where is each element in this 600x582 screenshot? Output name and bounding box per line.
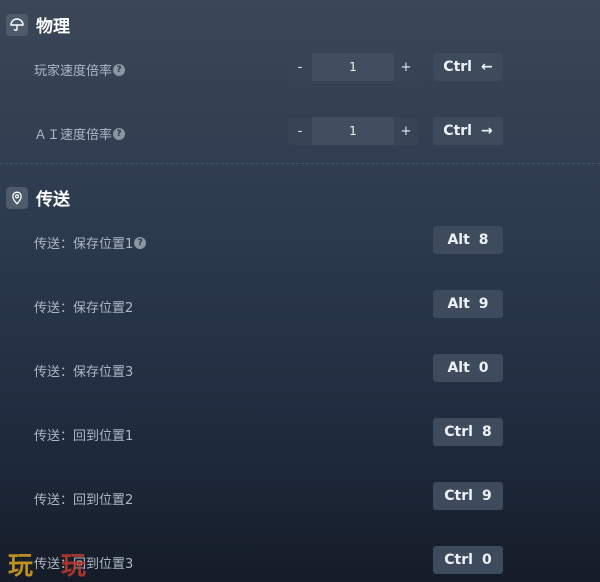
- watermark-right-glyph: 玩: [61, 551, 87, 580]
- save-position-1-label: 传送：保存位置1?: [34, 233, 147, 252]
- save-position-2-hotkey-button[interactable]: Alt 9: [433, 290, 503, 318]
- section-divider: [0, 163, 600, 164]
- player-speed-hotkey-button[interactable]: Ctrl ←: [433, 53, 503, 81]
- physics-section-header: 物理: [6, 12, 70, 37]
- decrease-button[interactable]: -: [288, 117, 312, 145]
- watermark-logo: 玩 玩: [8, 546, 86, 582]
- save-position-3-label: 传送：保存位置3: [34, 365, 134, 380]
- help-icon[interactable]: ?: [113, 63, 126, 76]
- help-icon[interactable]: ?: [113, 127, 126, 140]
- location-pin-icon: [6, 186, 28, 209]
- physics-section-title: 物理: [36, 17, 70, 37]
- ai-speed-value[interactable]: 1: [312, 117, 394, 145]
- teleport-section-title: 传送: [36, 190, 70, 210]
- return-position-2-hotkey-button[interactable]: Ctrl 9: [433, 482, 503, 510]
- save-position-2-label: 传送：保存位置2: [34, 301, 134, 316]
- umbrella-icon: [6, 13, 28, 36]
- player-speed-stepper: - 1 +: [288, 53, 418, 81]
- return-position-3-hotkey-button[interactable]: Ctrl 0: [433, 546, 503, 574]
- teleport-section-header: 传送: [6, 185, 70, 210]
- watermark-left-glyph: 玩: [8, 551, 34, 580]
- decrease-button[interactable]: -: [288, 53, 312, 81]
- ai-speed-label: ＡＩ速度倍率?: [34, 124, 126, 143]
- increase-button[interactable]: +: [394, 53, 418, 81]
- save-position-1-hotkey-button[interactable]: Alt 8: [433, 226, 503, 254]
- player-speed-label: 玩家速度倍率?: [34, 60, 126, 79]
- ai-speed-hotkey-button[interactable]: Ctrl →: [433, 117, 503, 145]
- return-position-2-label: 传送：回到位置2: [34, 493, 134, 508]
- player-speed-value[interactable]: 1: [312, 53, 394, 81]
- return-position-1-label: 传送：回到位置1: [34, 429, 134, 444]
- return-position-1-hotkey-button[interactable]: Ctrl 8: [433, 418, 503, 446]
- save-position-3-hotkey-button[interactable]: Alt 0: [433, 354, 503, 382]
- increase-button[interactable]: +: [394, 117, 418, 145]
- ai-speed-stepper: - 1 +: [288, 117, 418, 145]
- help-icon[interactable]: ?: [134, 236, 147, 249]
